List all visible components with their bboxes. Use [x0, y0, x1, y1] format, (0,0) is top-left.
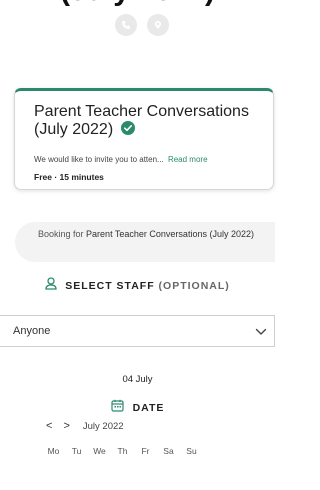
month-label: July 2022	[82, 420, 124, 432]
phone-icon[interactable]	[115, 14, 137, 36]
page-header: (July 2022)	[0, 0, 275, 50]
select-staff-text: SELECT STAFF	[65, 280, 155, 292]
staff-select[interactable]: Anyone	[0, 315, 275, 347]
select-staff-optional: (OPTIONAL)	[158, 280, 230, 292]
location-icon[interactable]	[147, 14, 169, 36]
prev-month-button[interactable]: <	[46, 420, 52, 432]
weekday-label: Fr	[141, 446, 150, 456]
read-more-link[interactable]: Read more	[168, 155, 208, 164]
weekday-label: We	[93, 446, 106, 456]
event-description-text: We would like to invite you to atten...	[34, 155, 164, 164]
weekday-label: Su	[186, 446, 197, 456]
staff-select-value: Anyone	[13, 325, 51, 337]
weekday-label: Th	[117, 446, 128, 456]
select-staff-label: SELECT STAFF (OPTIONAL)	[65, 280, 230, 292]
selected-date: 04 July	[122, 374, 153, 385]
date-header: DATE	[0, 399, 275, 417]
booking-banner: Booking for Parent Teacher Conversations…	[15, 222, 275, 262]
weekday-label: Mo	[47, 446, 60, 456]
date-label: DATE	[132, 402, 165, 414]
page-title: (July 2022)	[0, 0, 275, 8]
person-icon	[45, 277, 57, 295]
event-title-text: Parent Teacher Conversations (July 2022)	[34, 103, 249, 138]
event-card[interactable]: Parent Teacher Conversations (July 2022)…	[14, 88, 274, 190]
event-title: Parent Teacher Conversations (July 2022)	[34, 103, 264, 139]
chevron-down-icon	[254, 325, 268, 344]
weekday-header: Mo Tu We Th Fr Sa Su	[42, 446, 203, 456]
contact-icons	[115, 14, 169, 36]
booking-event-name: Parent Teacher Conversations (July 2022)	[86, 229, 254, 239]
next-month-button[interactable]: >	[63, 420, 69, 432]
month-nav: < > July 2022	[46, 419, 124, 433]
event-description: We would like to invite you to atten... …	[34, 155, 208, 164]
calendar-icon	[110, 399, 124, 417]
booking-prefix: Booking for	[38, 229, 84, 239]
weekday-label: Sa	[163, 446, 174, 456]
event-meta: Free · 15 minutes	[34, 172, 104, 182]
check-circle-icon	[120, 121, 135, 135]
select-staff-header: SELECT STAFF (OPTIONAL)	[0, 277, 275, 295]
weekday-label: Tu	[71, 446, 82, 456]
